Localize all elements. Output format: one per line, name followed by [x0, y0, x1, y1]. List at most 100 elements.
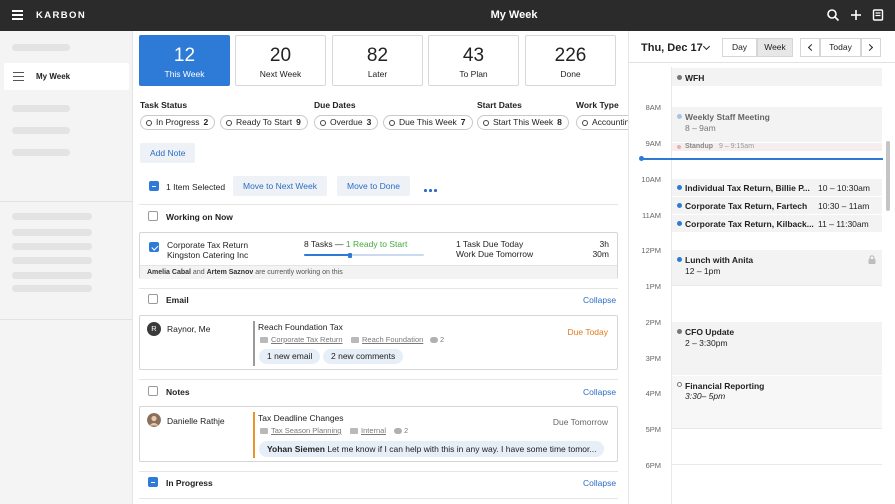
event-time: 9 – 9:15am — [719, 143, 755, 150]
event-time: 3:30– 5pm — [685, 391, 726, 401]
event-title: Lunch with Anita — [685, 255, 754, 265]
calendar-event-lunch[interactable]: Lunch with Anita 12 – 1pm — [672, 249, 882, 285]
section-checkbox[interactable] — [148, 211, 158, 221]
sidebar-item-my-week[interactable]: My Week — [4, 63, 129, 90]
chip-label: Start This Week — [493, 117, 554, 127]
chip-overdue[interactable]: Overdue 3 — [314, 115, 379, 130]
calendar-date[interactable]: Thu, Dec 17 — [641, 42, 703, 54]
footer-rest: are currently working on this — [255, 269, 343, 276]
calendar-event-wfh[interactable]: WFH — [672, 67, 882, 86]
calendar-scrollbar[interactable] — [886, 141, 890, 211]
new-comments-pill[interactable]: 2 new comments — [323, 349, 404, 364]
collapse-in-progress-link[interactable]: Collapse — [583, 478, 616, 488]
calendar-event-cfo-update[interactable]: CFO Update 2 – 3:30pm — [672, 321, 882, 375]
top-bar: KARBON My Week — [0, 0, 895, 31]
work-link[interactable]: Tax Season Planning — [271, 426, 341, 435]
due-label: Due Today — [567, 327, 608, 337]
card-done[interactable]: 226 Done — [525, 35, 616, 86]
chip-label: Accounting — [592, 117, 628, 127]
event-title: Standup — [685, 143, 713, 150]
move-next-week-button[interactable]: Move to Next Week — [233, 176, 328, 196]
calendar-event-staff-meeting[interactable]: Weekly Staff Meeting 8 – 9am — [672, 106, 882, 142]
chip-accounting[interactable]: Accounting — [576, 115, 628, 130]
email-sender: Raynor, Me — [167, 324, 211, 334]
current-time-line — [641, 158, 883, 160]
chip-due-this-week[interactable]: Due This Week 7 — [383, 115, 473, 130]
search-icon[interactable] — [826, 8, 840, 22]
calendar-event-standup[interactable]: Standup 9 – 9:15am — [672, 142, 882, 151]
sidebar-placeholder — [12, 272, 92, 279]
divider — [139, 379, 618, 380]
avatar — [147, 413, 161, 427]
note-item-card[interactable]: Danielle Rathje Tax Deadline Changes Tax… — [139, 406, 618, 462]
chip-ready-to-start[interactable]: Ready To Start 9 — [220, 115, 308, 130]
client-link[interactable]: Internal — [361, 426, 386, 435]
lock-icon — [868, 255, 876, 264]
hour-label: 8AM — [645, 103, 661, 112]
calendar-event-corporate-tax-kilback[interactable]: Corporate Tax Return, Kilback... 11 – 11… — [672, 214, 882, 232]
work-item-checkbox[interactable] — [149, 242, 159, 252]
comment-icon — [430, 337, 438, 343]
hour-label: 11AM — [641, 211, 661, 220]
chip-count: 8 — [557, 117, 562, 127]
sidebar-placeholder — [12, 285, 92, 292]
work-icon — [260, 428, 268, 434]
event-title: CFO Update — [685, 327, 735, 337]
section-checkbox[interactable] — [148, 294, 158, 304]
add-icon[interactable] — [849, 8, 863, 22]
select-all-checkbox[interactable] — [149, 181, 159, 191]
new-email-pill[interactable]: 1 new email — [259, 349, 321, 364]
chevron-left-icon — [807, 43, 816, 52]
time-minutes: 30m — [592, 249, 609, 259]
card-label: This Week — [164, 69, 205, 79]
card-label: Done — [560, 69, 581, 79]
view-week-button[interactable]: Week — [757, 38, 793, 57]
page-title: My Week — [490, 9, 538, 21]
section-checkbox[interactable] — [148, 477, 158, 487]
card-count: 20 — [269, 45, 292, 66]
sidebar-divider — [0, 319, 132, 320]
view-day-button[interactable]: Day — [722, 38, 757, 57]
work-item-card[interactable]: Corporate Tax Return Kingston Catering I… — [139, 232, 618, 279]
sidebar-placeholder — [12, 229, 92, 236]
event-time: 10 – 10:30am — [818, 183, 870, 193]
work-link[interactable]: Corporate Tax Return — [271, 335, 343, 344]
comment-count: 2 — [440, 335, 445, 344]
event-time: 8 – 9am — [685, 123, 716, 133]
chip-in-progress[interactable]: In Progress 2 — [140, 115, 216, 130]
card-count: 43 — [462, 45, 485, 66]
divider — [139, 498, 618, 499]
move-to-done-button[interactable]: Move to Done — [337, 176, 410, 196]
collapse-notes-link[interactable]: Collapse — [583, 387, 616, 397]
notes-icon[interactable] — [871, 8, 885, 22]
prev-button[interactable] — [800, 38, 820, 57]
event-dot — [677, 114, 682, 119]
chip-count: 9 — [296, 117, 301, 127]
next-button[interactable] — [861, 38, 881, 57]
latest-comment-pill[interactable]: Yohan Siemen Let me know if I can help w… — [259, 441, 605, 457]
section-title-working-on-now: Working on Now — [166, 212, 233, 222]
calendar-event-financial-reporting[interactable]: Financial Reporting 3:30– 5pm — [672, 375, 882, 428]
calendar-panel: Thu, Dec 17 Day Week Today 8AM 9AM 10AM … — [628, 31, 895, 504]
event-time: 2 – 3:30pm — [685, 338, 728, 348]
collapse-email-link[interactable]: Collapse — [583, 295, 616, 305]
card-to-plan[interactable]: 43 To Plan — [428, 35, 519, 86]
card-later[interactable]: 82 Later — [332, 35, 423, 86]
card-this-week[interactable]: 12 This Week — [139, 35, 230, 86]
filter-title-due-dates: Due Dates — [314, 100, 356, 110]
chip-start-this-week[interactable]: Start This Week 8 — [477, 115, 569, 130]
hour-label: 5PM — [645, 425, 661, 434]
calendar-event-individual-tax[interactable]: Individual Tax Return, Billie P... 10 – … — [672, 178, 882, 196]
today-button[interactable]: Today — [820, 38, 861, 57]
comment-icon — [394, 428, 402, 434]
calendar-event-corporate-tax-fartech[interactable]: Corporate Tax Return, Fartech 10:30 – 11… — [672, 196, 882, 214]
card-count: 226 — [554, 45, 587, 66]
client-link[interactable]: Reach Foundation — [362, 335, 423, 344]
add-note-button[interactable]: Add Note — [140, 143, 196, 163]
more-options-icon[interactable] — [424, 184, 439, 194]
working-footer: Amelia Cabal and Artem Saznov are curren… — [140, 265, 617, 279]
chevron-down-icon[interactable] — [702, 42, 711, 51]
section-checkbox[interactable] — [148, 386, 158, 396]
card-next-week[interactable]: 20 Next Week — [235, 35, 326, 86]
email-item-card[interactable]: R Raynor, Me Reach Foundation Tax Corpor… — [139, 315, 618, 370]
